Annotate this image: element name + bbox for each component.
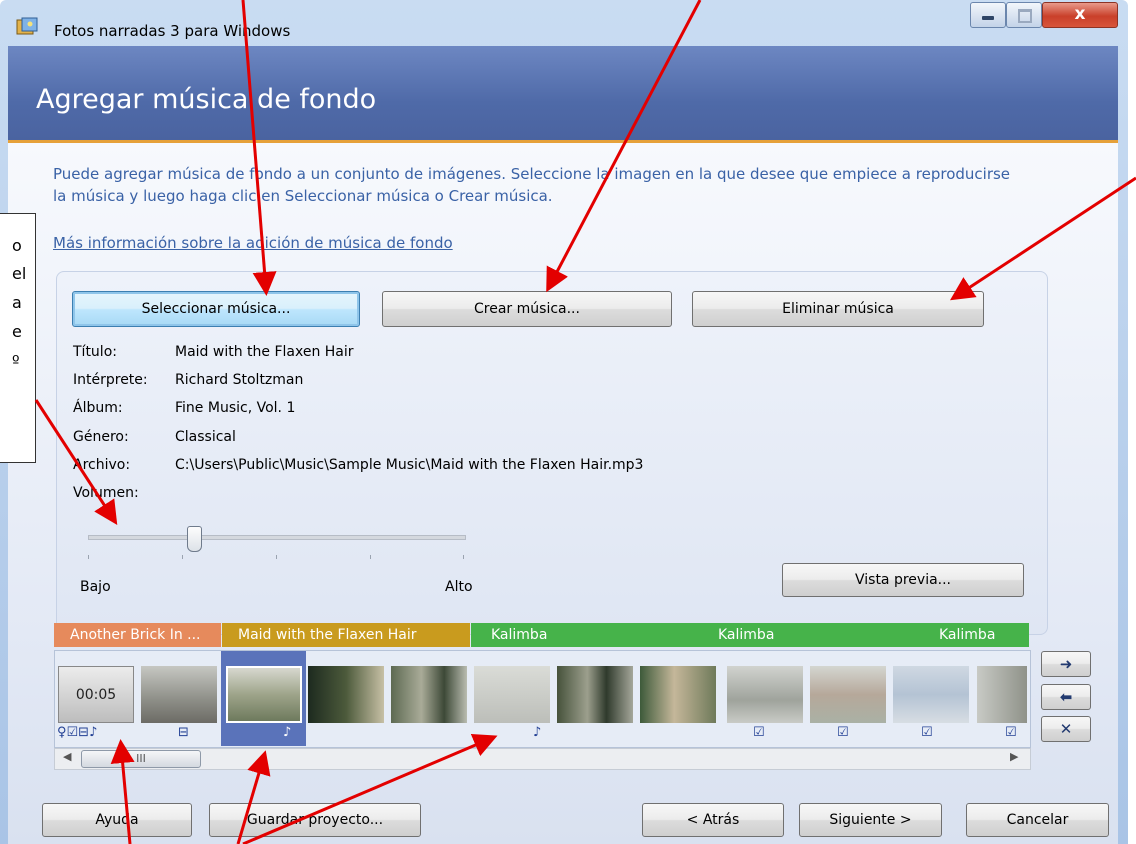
slider-tick bbox=[182, 555, 183, 559]
edit-icon[interactable]: ☑ bbox=[1005, 725, 1017, 740]
next-button[interactable]: Siguiente > bbox=[799, 803, 942, 837]
slider-tick bbox=[370, 555, 371, 559]
title-value: Maid with the Flaxen Hair bbox=[175, 344, 354, 360]
filmstrip-thumbnail-selected[interactable] bbox=[226, 666, 302, 723]
slider-tick bbox=[88, 555, 89, 559]
filmstrip-thumbnail[interactable] bbox=[474, 666, 550, 723]
remove-picture-button[interactable]: ✕ bbox=[1041, 716, 1091, 742]
filmstrip-thumbnail[interactable] bbox=[893, 666, 969, 723]
arrow-right-icon: ➜ bbox=[1059, 655, 1073, 673]
close-button[interactable]: x bbox=[1042, 2, 1118, 28]
filmstrip: 00:05 ♀☑⊟♪ ⊟ ♪ ♪ ☑ ☑ ☑ ☑ bbox=[54, 650, 1031, 748]
volume-slider-thumb[interactable] bbox=[186, 526, 202, 552]
edit-icon[interactable]: ☑ bbox=[753, 725, 765, 740]
slider-tick bbox=[463, 555, 464, 559]
filmstrip-thumbnail[interactable] bbox=[727, 666, 803, 723]
filmstrip-thumbnail[interactable] bbox=[557, 666, 633, 723]
file-value: C:\Users\Public\Music\Sample Music\Maid … bbox=[175, 457, 644, 473]
volume-slider-track[interactable] bbox=[88, 535, 466, 540]
scroll-right-icon[interactable]: ▶ bbox=[1010, 750, 1018, 763]
cancel-button[interactable]: Cancelar bbox=[966, 803, 1109, 837]
more-info-link[interactable]: Más información sobre la adición de músi… bbox=[53, 234, 453, 252]
volume-label: Volumen: bbox=[73, 485, 139, 501]
help-button[interactable]: Ayuda bbox=[42, 803, 192, 837]
scroll-left-icon[interactable]: ◀ bbox=[63, 750, 71, 763]
minimize-icon bbox=[982, 16, 994, 20]
title-label: Título: bbox=[73, 344, 117, 360]
annotation-line: el bbox=[12, 264, 27, 283]
filmstrip-thumbnail[interactable] bbox=[391, 666, 467, 723]
maximize-icon bbox=[1018, 9, 1032, 23]
remove-music-button[interactable]: Eliminar música bbox=[692, 291, 984, 327]
move-right-button[interactable]: ➜ bbox=[1041, 651, 1091, 677]
filmstrip-thumbnail[interactable]: 00:05 bbox=[58, 666, 134, 723]
edit-icon[interactable]: ☑ bbox=[921, 725, 933, 740]
preview-button[interactable]: Vista previa... bbox=[782, 563, 1024, 597]
annotation-line: º bbox=[12, 352, 20, 371]
maximize-button[interactable] bbox=[1006, 2, 1042, 28]
remove-x-icon: ✕ bbox=[1059, 720, 1073, 738]
thumbnail-duration: 00:05 bbox=[58, 666, 134, 723]
annotation-line: a bbox=[12, 293, 22, 312]
create-music-button[interactable]: Crear música... bbox=[382, 291, 672, 327]
music-track-label: Kalimba bbox=[718, 627, 775, 643]
annotation-callout: o el a e º bbox=[0, 213, 36, 463]
filmstrip-thumbnail[interactable] bbox=[640, 666, 716, 723]
page-header: Agregar música de fondo bbox=[8, 46, 1118, 143]
music-track-bar-kalimba[interactable]: Kalimba Kalimba Kalimba bbox=[471, 623, 1029, 647]
save-project-button[interactable]: Guardar proyecto... bbox=[209, 803, 421, 837]
annotation-line: e bbox=[12, 322, 22, 341]
stack-icon[interactable]: ⊟ bbox=[178, 725, 189, 740]
filmstrip-thumbnail[interactable] bbox=[977, 666, 1027, 723]
arrow-left-icon: ⬅ bbox=[1059, 688, 1073, 706]
app-icon bbox=[16, 17, 38, 35]
edit-icon[interactable]: ☑ bbox=[837, 725, 849, 740]
page-title: Agregar música de fondo bbox=[36, 84, 377, 115]
music-note-icon[interactable]: ♪ bbox=[283, 725, 291, 740]
filmstrip-thumbnail[interactable] bbox=[141, 666, 217, 723]
artist-label: Intérprete: bbox=[73, 372, 148, 388]
title-bar: Fotos narradas 3 para Windows bbox=[0, 0, 1128, 46]
close-icon: x bbox=[1074, 4, 1086, 24]
annotation-line: o bbox=[12, 236, 22, 255]
transition-caption-edit-music-icons[interactable]: ♀☑⊟♪ bbox=[57, 725, 97, 740]
scroll-thumb[interactable]: III bbox=[81, 750, 201, 768]
genre-label: Género: bbox=[73, 429, 129, 445]
intro-text: Puede agregar música de fondo a un conju… bbox=[53, 165, 1011, 205]
artist-value: Richard Stoltzman bbox=[175, 372, 304, 388]
music-track-label: Kalimba bbox=[939, 627, 996, 643]
file-label: Archivo: bbox=[73, 457, 131, 473]
album-label: Álbum: bbox=[73, 400, 123, 416]
filmstrip-thumbnail[interactable] bbox=[810, 666, 886, 723]
genre-value: Classical bbox=[175, 429, 236, 445]
window-title: Fotos narradas 3 para Windows bbox=[54, 22, 291, 40]
select-music-button[interactable]: Seleccionar música... bbox=[72, 291, 360, 327]
volume-low-label: Bajo bbox=[80, 579, 111, 595]
volume-high-label: Alto bbox=[445, 579, 473, 595]
music-note-icon[interactable]: ♪ bbox=[533, 725, 541, 740]
back-button[interactable]: < Atrás bbox=[642, 803, 784, 837]
music-track-label: Kalimba bbox=[491, 627, 548, 643]
album-value: Fine Music, Vol. 1 bbox=[175, 400, 296, 416]
filmstrip-scrollbar[interactable]: ◀ III ▶ bbox=[54, 748, 1031, 770]
minimize-button[interactable] bbox=[970, 2, 1006, 28]
filmstrip-thumbnail[interactable] bbox=[308, 666, 384, 723]
slider-tick bbox=[276, 555, 277, 559]
music-track-bar[interactable]: Another Brick In ... bbox=[54, 623, 221, 647]
music-track-bar[interactable]: Maid with the Flaxen Hair bbox=[222, 623, 470, 647]
move-left-button[interactable]: ⬅ bbox=[1041, 684, 1091, 710]
